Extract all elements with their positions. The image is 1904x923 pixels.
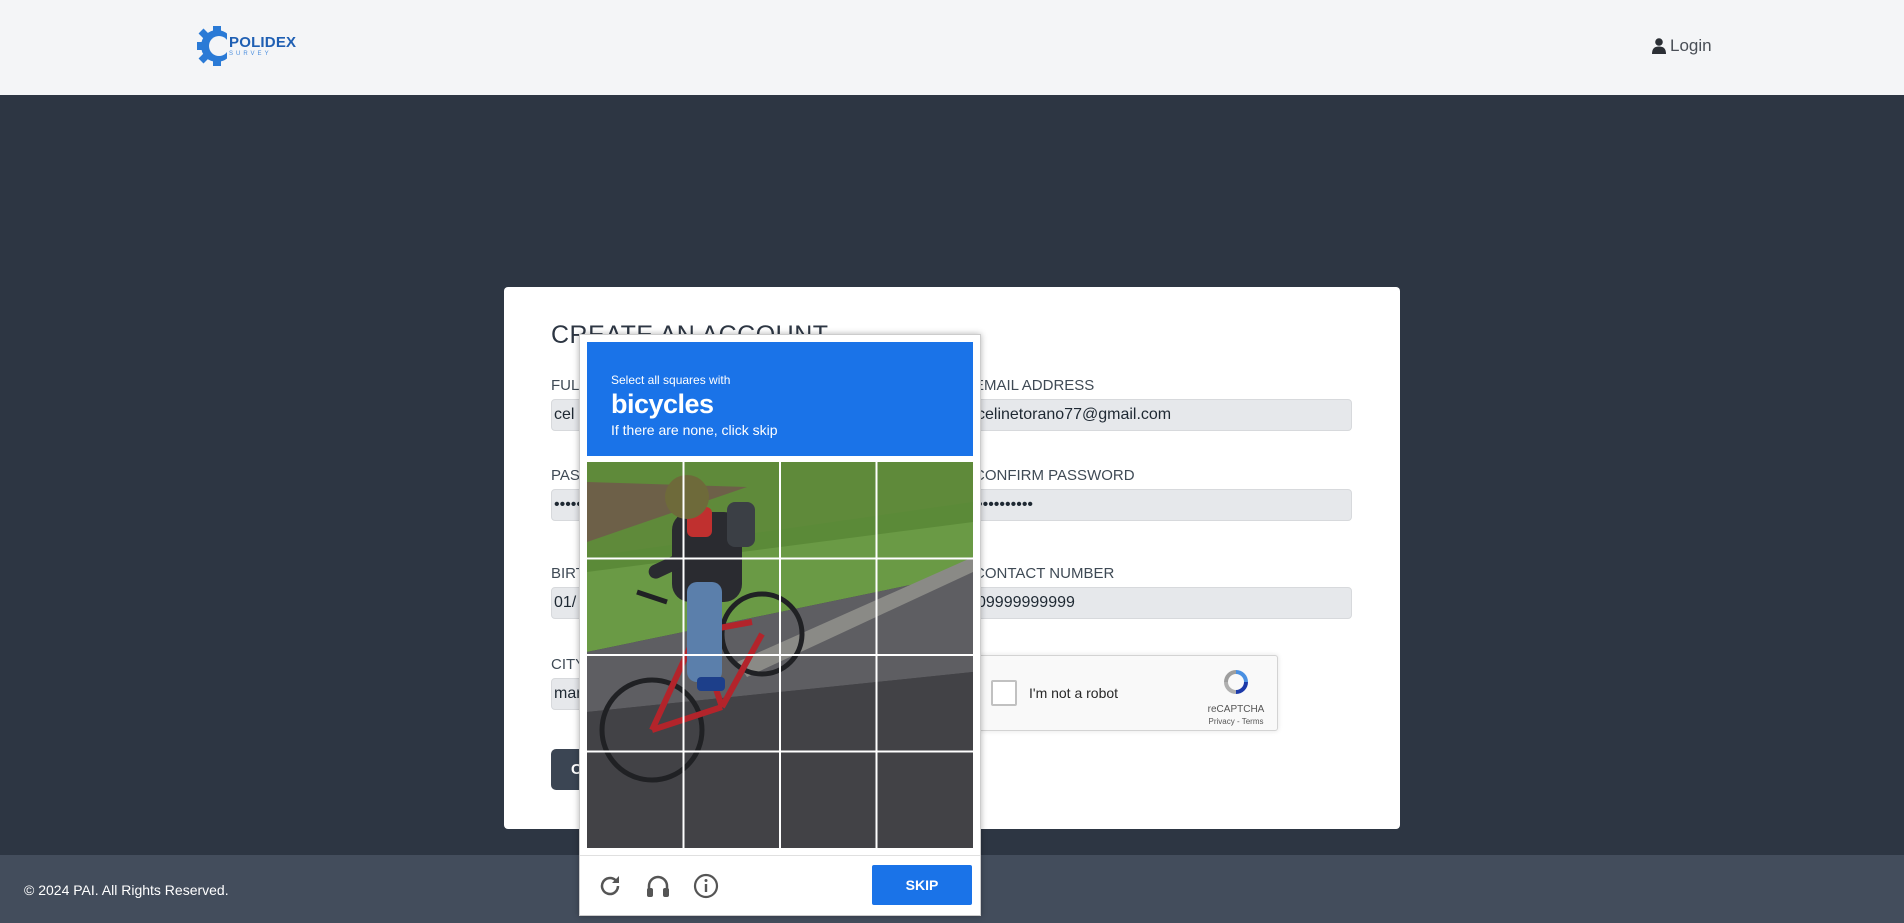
recaptcha-widget: I'm not a robot reCAPTCHA Privacy - Term… <box>978 655 1278 731</box>
email-label: EMAIL ADDRESS <box>974 377 1095 394</box>
recaptcha-links[interactable]: Privacy - Terms <box>1201 717 1271 726</box>
challenge-header: Select all squares with bicycles If ther… <box>587 342 973 456</box>
confirm-password-input[interactable] <box>974 489 1352 521</box>
recaptcha-brand: reCAPTCHA <box>1207 704 1265 715</box>
challenge-footer: SKIP <box>580 855 980 916</box>
email-input[interactable] <box>974 399 1352 431</box>
recaptcha-challenge: Select all squares with bicycles If ther… <box>579 334 981 916</box>
user-icon <box>1652 38 1666 54</box>
reload-icon[interactable] <box>596 872 624 900</box>
contact-number-label: CONTACT NUMBER <box>974 565 1115 582</box>
login-link[interactable]: Login <box>1652 36 1712 56</box>
copyright-text: © 2024 PAI. All Rights Reserved. <box>24 882 229 898</box>
challenge-subtext: If there are none, click skip <box>611 422 778 438</box>
logo-title: POLIDEX <box>229 34 297 51</box>
contact-number-input[interactable] <box>974 587 1352 619</box>
challenge-target: bicycles <box>611 389 714 419</box>
recaptcha-label: I'm not a robot <box>1029 685 1119 701</box>
recaptcha-icon <box>1224 670 1248 694</box>
challenge-image-grid <box>587 462 973 848</box>
recaptcha-logo: reCAPTCHA Privacy - Terms <box>1201 666 1271 726</box>
top-navbar: POLIDEX SURVEY Login <box>0 0 1904 95</box>
recaptcha-checkbox[interactable] <box>991 680 1017 706</box>
skip-button[interactable]: SKIP <box>872 865 972 905</box>
info-icon[interactable] <box>692 872 720 900</box>
gear-logo-icon <box>197 26 227 66</box>
polidex-logo[interactable]: POLIDEX SURVEY <box>197 22 307 70</box>
logo-subtitle: SURVEY <box>229 51 272 57</box>
confirm-password-label: CONFIRM PASSWORD <box>974 467 1135 484</box>
challenge-instruction: Select all squares with <box>611 373 731 387</box>
cyclist-image <box>587 462 973 848</box>
headphones-icon[interactable] <box>644 872 672 900</box>
login-label: Login <box>1670 36 1712 55</box>
